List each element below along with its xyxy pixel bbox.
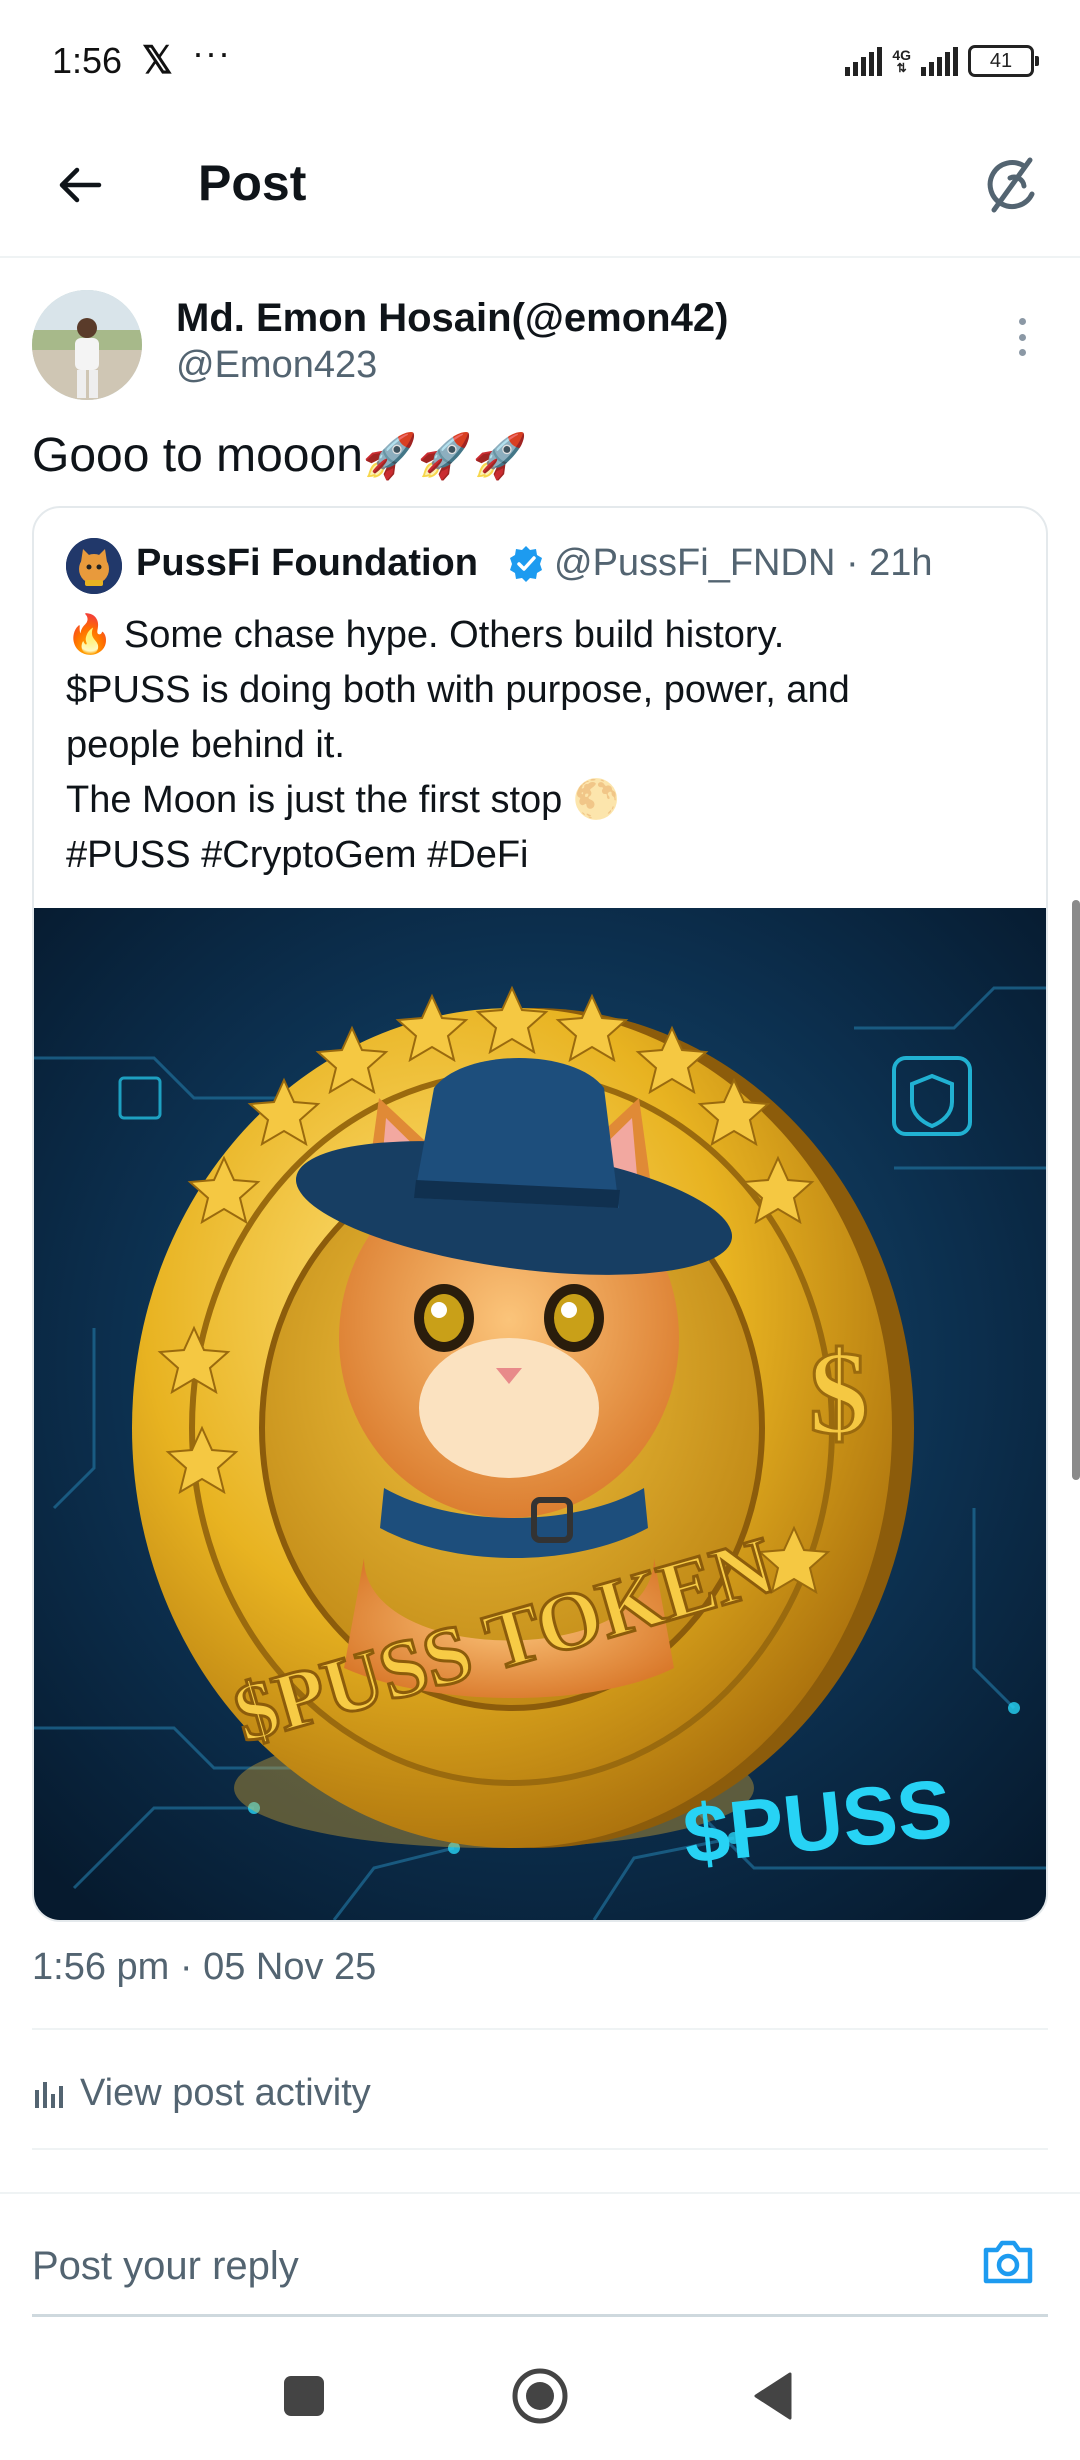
post-text: Gooo to mooon🚀🚀🚀 — [32, 428, 527, 483]
camera-button[interactable] — [976, 2230, 1040, 2294]
avatar[interactable] — [32, 290, 142, 400]
quote-avatar[interactable] — [66, 538, 122, 594]
quoted-post-card[interactable]: PussFi Foundation @PussFi_FNDN · 21h 🔥 S… — [32, 506, 1048, 1922]
x-logo-icon: 𝕏 — [142, 40, 173, 82]
dot-icon — [1018, 349, 1026, 356]
cat-avatar-icon — [66, 538, 122, 594]
activity-label: View post activity — [80, 2071, 371, 2114]
battery-level: 41 — [989, 50, 1013, 72]
dot-icon — [1018, 333, 1026, 341]
grok-icon — [987, 157, 1035, 213]
author-handle[interactable]: @Emon423 — [176, 344, 377, 387]
reply-input[interactable] — [32, 2236, 932, 2296]
quote-line: $PUSS is doing both with purpose, power,… — [66, 669, 850, 711]
status-icons: 4G ⇅ 41 — [845, 44, 1039, 78]
signal-2-icon — [921, 46, 958, 76]
more-notifications-icon: ··· — [192, 32, 231, 73]
quote-author-name[interactable]: PussFi Foundation — [136, 542, 478, 585]
back-button[interactable] — [44, 150, 114, 220]
recents-button[interactable] — [284, 2376, 324, 2416]
post-text-body: Gooo to mooon — [32, 429, 363, 482]
rocket-emojis: 🚀🚀🚀 — [362, 432, 528, 481]
quote-image[interactable]: $ $PUSS TOKEN $PUSS — [34, 908, 1046, 1920]
divider — [32, 2148, 1048, 2150]
nav-back-button[interactable] — [750, 2370, 798, 2422]
page-title: Post — [198, 155, 307, 211]
quote-text: 🔥 Some chase hype. Others build history.… — [66, 608, 1016, 883]
quote-hashtags: #PUSS #CryptoGem #DeFi — [66, 834, 529, 876]
more-options-button[interactable] — [1002, 312, 1042, 362]
reply-underline — [32, 2314, 1048, 2317]
divider — [32, 2028, 1048, 2030]
post-timestamp: 1:56 pm · 05 Nov 25 — [32, 1946, 377, 1988]
quote-line: people behind it. — [66, 724, 345, 766]
view-post-activity-button[interactable]: View post activity — [32, 2058, 371, 2128]
quote-line: 🔥 Some chase hype. Others build history. — [66, 614, 785, 656]
signal-icon — [845, 46, 883, 76]
grok-button[interactable] — [972, 146, 1052, 226]
author-name[interactable]: Md. Emon Hosain(@emon42) — [176, 296, 728, 341]
scrollbar[interactable] — [1072, 900, 1080, 1480]
camera-icon — [983, 2240, 1033, 2284]
quote-handle-time: @PussFi_FNDN · 21h — [554, 542, 933, 584]
coin-dollar-sign: $ — [809, 1326, 869, 1459]
home-button[interactable] — [508, 2364, 572, 2428]
network-indicator: 4G ⇅ — [892, 47, 911, 75]
status-time: 1:56 — [52, 40, 123, 81]
network-type: 4G — [892, 47, 911, 63]
avatar-image — [32, 290, 142, 400]
puss-token-image: $ $PUSS TOKEN $PUSS — [34, 908, 1046, 1920]
header-divider — [0, 256, 1080, 258]
bar-chart-icon — [35, 2082, 63, 2108]
quote-line: The Moon is just the first stop 🌕 — [66, 779, 621, 821]
battery-icon: 41 — [968, 45, 1039, 77]
arrow-left-icon — [59, 167, 102, 203]
dot-icon — [1018, 318, 1026, 325]
verified-badge-icon — [510, 546, 542, 582]
reply-bar-divider — [0, 2192, 1080, 2194]
